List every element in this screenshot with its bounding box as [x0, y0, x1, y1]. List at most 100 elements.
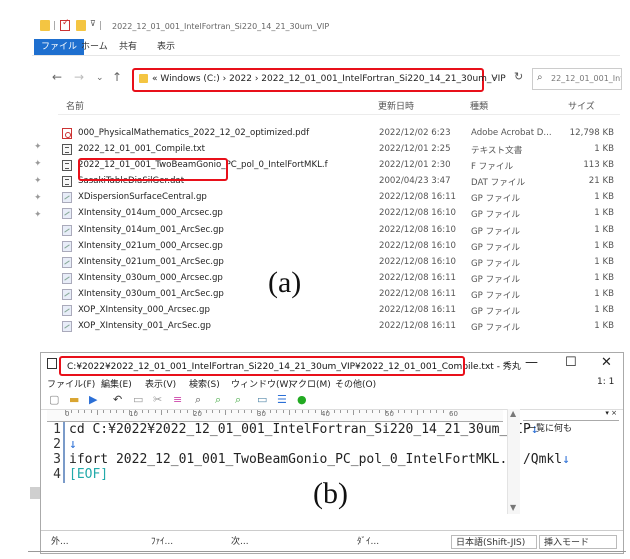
file-row[interactable]: XDispersionSurfaceCentral.gp 2022/12/08 1…: [58, 190, 620, 206]
code-line[interactable]: ↓: [69, 437, 77, 452]
scroll-up-icon[interactable]: ▲: [510, 409, 516, 418]
file-name[interactable]: XIntensity_030um_001_ArcSec.gp: [78, 289, 224, 299]
file-name[interactable]: 000_PhysicalMathematics_2022_12_02_optim…: [78, 128, 309, 138]
file-row[interactable]: XIntensity_030um_000_Arcsec.gp 2022/12/08…: [58, 271, 620, 287]
file-name[interactable]: XIntensity_021um_001_ArcSec.gp: [78, 257, 224, 267]
column-date[interactable]: 更新日時: [378, 99, 414, 112]
code-line[interactable]: cd C:¥2022¥2022_12_01_001_IntelFortran_S…: [69, 422, 539, 437]
menu-macro[interactable]: マクロ(M): [289, 377, 331, 390]
pin-icon[interactable]: ✦: [34, 176, 42, 186]
copy-icon[interactable]: ▭: [133, 393, 143, 406]
customize-quick-access-icon[interactable]: ⊽: [90, 19, 96, 28]
menu-file[interactable]: ファイル(F): [47, 377, 95, 390]
file-name[interactable]: XIntensity_014um_001_ArcSec.gp: [78, 225, 224, 235]
hidemaru-app-icon[interactable]: [47, 358, 57, 369]
ruler-tick: [244, 410, 246, 413]
file-name[interactable]: XDispersionSurfaceCentral.gp: [78, 192, 207, 202]
folder-icon: [40, 20, 50, 31]
ruler-tick: [257, 410, 258, 415]
open-folder-icon[interactable]: ▬: [69, 393, 79, 406]
column-size[interactable]: サイズ: [568, 99, 595, 112]
close-icon[interactable]: ▾ ×: [605, 409, 617, 417]
maximize-button[interactable]: ☐: [565, 355, 577, 370]
tab-view[interactable]: 表示: [150, 39, 182, 55]
file-row[interactable]: 2022_12_01_001_Compile.txt 2022/12/01 2:2…: [58, 142, 620, 158]
file-row[interactable]: XIntensity_021um_001_ArcSec.gp 2022/12/08…: [58, 255, 620, 271]
back-arrow-icon[interactable]: ←: [52, 70, 62, 84]
menu-view[interactable]: 表示(V): [145, 377, 176, 390]
file-name[interactable]: XIntensity_021um_000_Arcsec.gp: [78, 241, 223, 251]
save-icon[interactable]: ▶: [89, 393, 97, 406]
new-file-icon[interactable]: ▢: [49, 393, 59, 406]
vertical-scrollbar[interactable]: ▲ ▼: [507, 409, 520, 514]
menu-other[interactable]: その他(O): [335, 377, 376, 390]
paste-icon[interactable]: ≡: [173, 393, 182, 406]
file-size: 1 KB: [594, 256, 614, 267]
new-folder-icon[interactable]: [76, 20, 86, 31]
search-box[interactable]: ⌕ 22_12_01_001_IntelF: [532, 68, 622, 90]
tab-share[interactable]: 共有: [112, 39, 144, 55]
ruler-tick: [231, 410, 233, 413]
replace-icon[interactable]: ▭: [257, 393, 267, 406]
menu-search[interactable]: 検索(S): [189, 377, 220, 390]
search-icon[interactable]: ⌕: [195, 393, 201, 407]
properties-check-icon[interactable]: [60, 18, 70, 31]
file-date: 2022/12/08 16:11: [379, 305, 457, 316]
column-name[interactable]: 名前: [66, 99, 84, 112]
pin-icon[interactable]: ✦: [34, 193, 42, 203]
search-down-icon[interactable]: ⌕: [215, 393, 221, 407]
encoding-indicator[interactable]: 日本語(Shift-JIS): [451, 535, 537, 549]
minimize-button[interactable]: —: [525, 355, 538, 370]
code-line[interactable]: ifort 2022_12_01_001_TwoBeamGonio_PC_pol…: [69, 452, 570, 467]
menu-edit[interactable]: 編集(E): [101, 377, 132, 390]
tab-home[interactable]: ホーム: [74, 39, 115, 55]
code-line[interactable]: [EOF]: [69, 467, 108, 482]
forward-arrow-icon[interactable]: →: [74, 70, 84, 84]
undo-icon[interactable]: ↶: [113, 393, 122, 406]
file-name[interactable]: XOP_XIntensity_001_ArcSec.gp: [78, 321, 211, 331]
status-file[interactable]: ﾌｧｲ...: [151, 535, 173, 549]
refresh-icon[interactable]: ↻: [514, 70, 523, 83]
search-up-icon[interactable]: ⌕: [235, 393, 241, 407]
macro-icon[interactable]: ●: [297, 393, 307, 406]
ruler-tick: [212, 410, 214, 413]
code-area[interactable]: 1 cd C:¥2022¥2022_12_01_001_IntelFortran_…: [47, 422, 570, 512]
file-row[interactable]: XIntensity_030um_001_ArcSec.gp 2022/12/08…: [58, 287, 620, 303]
status-outer[interactable]: 外...: [51, 535, 69, 549]
grep-icon[interactable]: ☰: [277, 393, 287, 406]
close-button[interactable]: ✕: [601, 355, 612, 370]
ruler-tick: [417, 410, 418, 415]
file-row[interactable]: XIntensity_014um_001_ArcSec.gp 2022/12/08…: [58, 223, 620, 239]
insert-mode-indicator[interactable]: 挿入モード: [539, 535, 617, 549]
ruler-tick: [218, 410, 220, 413]
file-name[interactable]: XOP_XIntensity_000_Arcsec.gp: [78, 305, 210, 315]
pin-icon[interactable]: ✦: [34, 159, 42, 169]
file-name[interactable]: 2022_12_01_001_Compile.txt: [78, 144, 205, 154]
address-bar[interactable]: « Windows (C:) › 2022 › 2022_12_01_001_I…: [132, 68, 506, 92]
gp-file-icon: [62, 256, 72, 268]
file-row[interactable]: XOP_XIntensity_001_ArcSec.gp 2022/12/08 1…: [58, 319, 620, 335]
file-type: GP ファイル: [471, 226, 520, 237]
file-name[interactable]: XIntensity_014um_000_Arcsec.gp: [78, 208, 223, 218]
ruler-tick: [353, 410, 354, 415]
pin-icon[interactable]: ✦: [34, 210, 42, 220]
file-row[interactable]: XIntensity_021um_000_Arcsec.gp 2022/12/08…: [58, 239, 620, 255]
file-type: DAT ファイル: [471, 178, 526, 189]
status-dialog[interactable]: ﾀﾞｲ...: [357, 535, 379, 549]
ruler-tick: [410, 410, 412, 413]
menu-window[interactable]: ウィンドウ(W): [231, 377, 292, 390]
address-history-chevron-icon[interactable]: ⌄: [492, 72, 499, 81]
ruler-tick: [385, 410, 386, 415]
address-path[interactable]: « Windows (C:) › 2022 › 2022_12_01_001_I…: [152, 74, 506, 84]
recent-locations-chevron-icon[interactable]: ⌄: [96, 73, 104, 83]
cut-icon[interactable]: ✂: [153, 393, 162, 406]
file-row[interactable]: XIntensity_014um_000_Arcsec.gp 2022/12/08…: [58, 206, 620, 222]
file-row[interactable]: 000_PhysicalMathematics_2022_12_02_optim…: [58, 126, 620, 142]
file-name[interactable]: XIntensity_030um_000_Arcsec.gp: [78, 273, 223, 283]
pin-icon[interactable]: ✦: [34, 142, 42, 152]
up-arrow-icon[interactable]: ↑: [112, 70, 122, 84]
status-next[interactable]: 次...: [231, 535, 249, 549]
scroll-down-icon[interactable]: ▼: [510, 503, 516, 512]
column-type[interactable]: 種類: [470, 99, 488, 112]
file-row[interactable]: XOP_XIntensity_000_Arcsec.gp 2022/12/08 1…: [58, 303, 620, 319]
